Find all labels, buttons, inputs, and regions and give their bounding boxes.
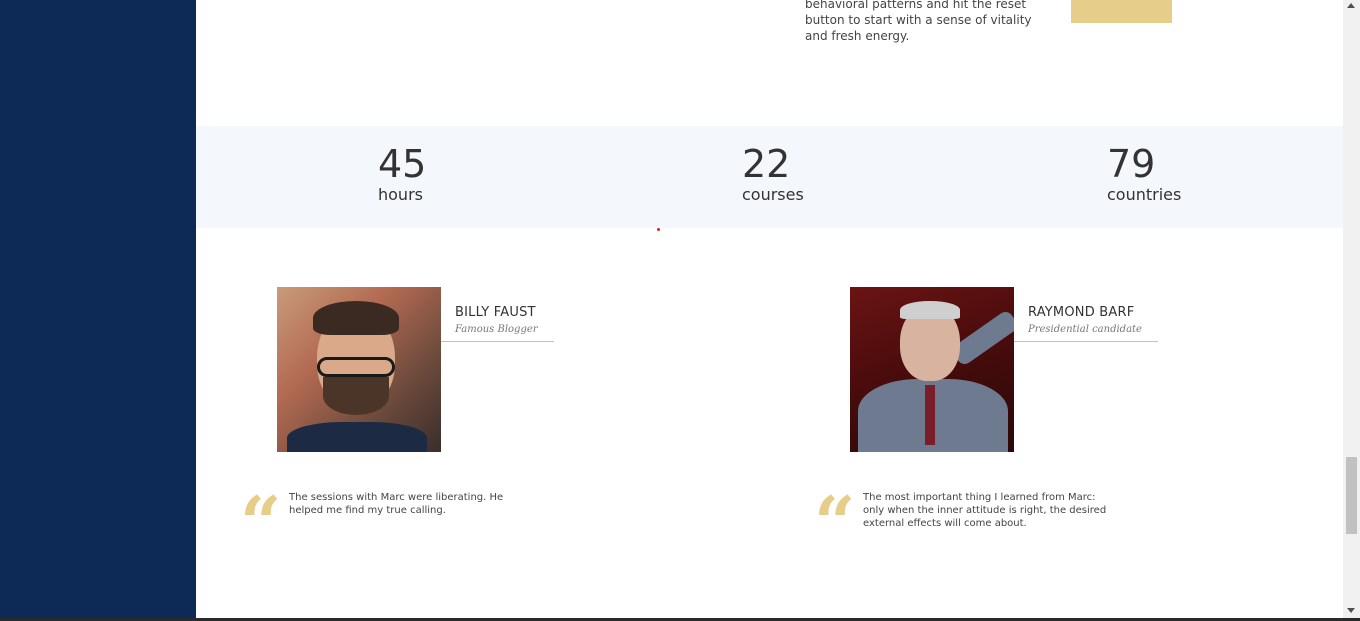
sidebar (0, 0, 196, 621)
chevron-up-icon[interactable] (1347, 3, 1355, 8)
stat-courses: 22 courses (742, 143, 804, 205)
testimonial-quote: The sessions with Marc were liberating. … (289, 492, 504, 516)
main-content: behavioral patterns and hit the reset bu… (196, 0, 1343, 621)
testimonial-photo (277, 287, 441, 452)
testimonial-name: RAYMOND BARF (1028, 305, 1135, 320)
stat-hours: 45 hours (378, 143, 426, 205)
testimonial-name: BILLY FAUST (455, 305, 536, 320)
stat-number: 79 (1107, 142, 1156, 186)
testimonial-role: Famous Blogger (455, 324, 538, 335)
testimonial-name-box: BILLY FAUST Famous Blogger (441, 305, 554, 342)
vertical-scrollbar[interactable] (1343, 0, 1360, 621)
quote-icon: “ (814, 480, 856, 565)
intro-text: behavioral patterns and hit the reset bu… (805, 0, 1032, 43)
stat-label: hours (378, 185, 423, 204)
testimonial-photo (850, 287, 1014, 452)
name-divider (441, 341, 554, 342)
testimonial-name-box: RAYMOND BARF Presidential candidate (1014, 305, 1158, 342)
scrollbar-thumb[interactable] (1346, 457, 1357, 534)
stat-number: 22 (742, 142, 791, 186)
name-divider (1014, 341, 1158, 342)
chevron-down-icon[interactable] (1347, 608, 1355, 613)
testimonial-role: Presidential candidate (1028, 324, 1142, 335)
stats-section: 45 hours 22 courses 79 countries (196, 126, 1343, 228)
testimonial-raymond-barf: RAYMOND BARF Presidential candidate “ Th… (814, 287, 1234, 559)
quote-icon: “ (240, 480, 282, 565)
testimonial-quote: The most important thing I learned from … (863, 492, 1107, 529)
gold-button[interactable] (1071, 0, 1172, 23)
stat-label: courses (742, 185, 804, 204)
red-dot (657, 228, 660, 231)
stat-number: 45 (378, 142, 427, 186)
testimonial-billy-faust: BILLY FAUST Famous Blogger “ The session… (240, 287, 660, 559)
stat-countries: 79 countries (1107, 143, 1181, 205)
stat-label: countries (1107, 185, 1182, 204)
